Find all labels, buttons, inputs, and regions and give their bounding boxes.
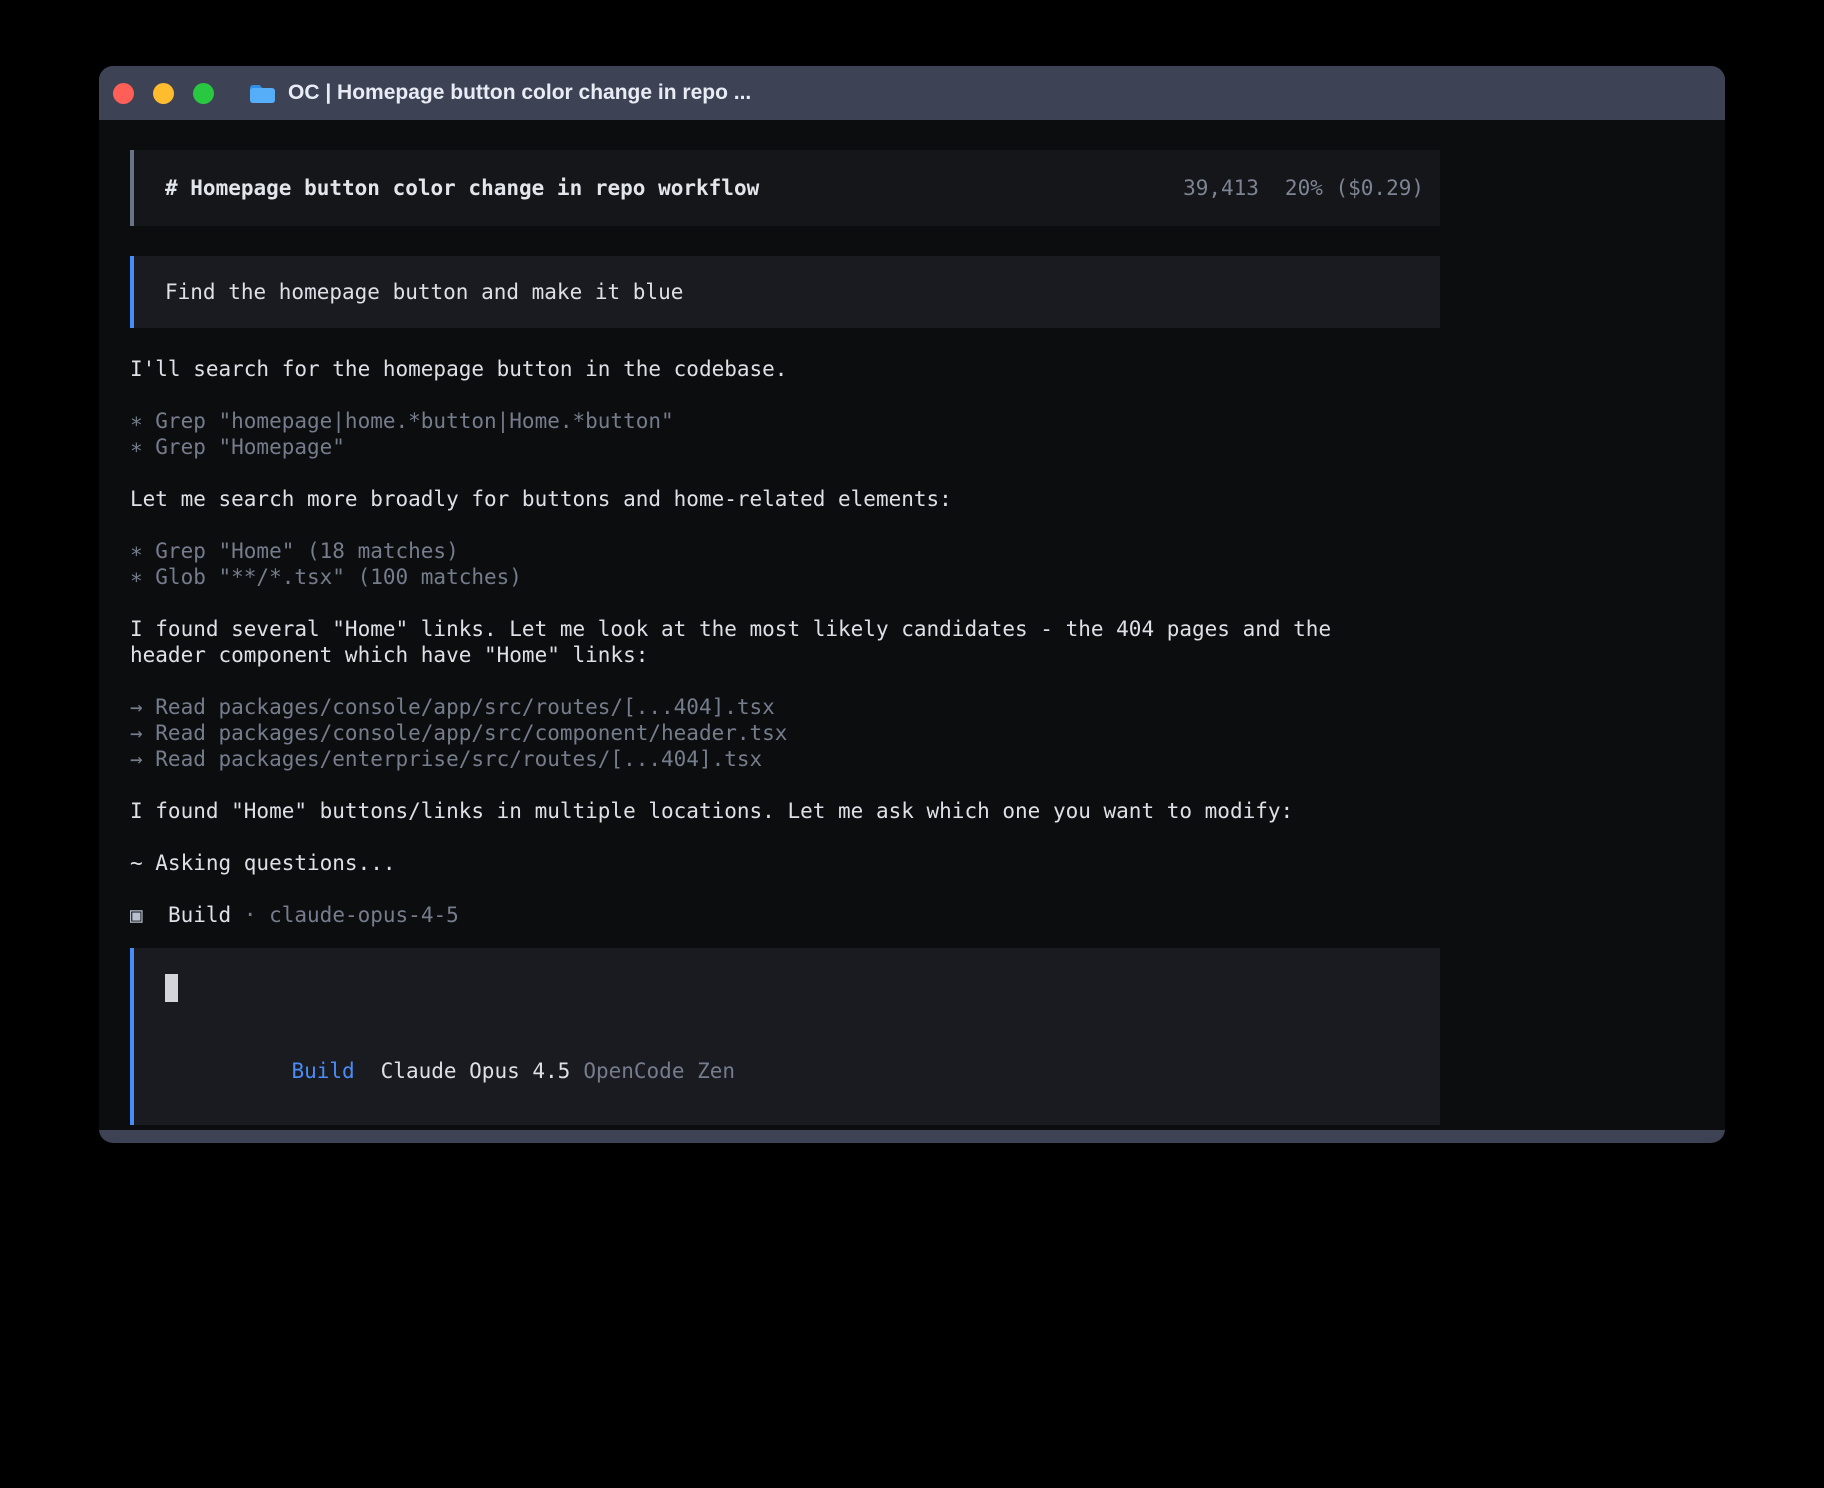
transcript-line: ∗ Glob "**/*.tsx" (100 matches) [130, 564, 1440, 590]
transcript-line [130, 460, 1440, 486]
agent-mode[interactable]: Build [291, 1059, 354, 1083]
minimize-button[interactable] [153, 83, 174, 104]
transcript-line: → Read packages/console/app/src/routes/[… [130, 694, 1440, 720]
text-span: → Read packages/enterprise/src/routes/[.… [130, 747, 762, 771]
folder-icon [249, 83, 276, 104]
text-span: I found "Home" buttons/links in multiple… [130, 799, 1293, 823]
transcript-line [130, 876, 1440, 902]
transcript-line: ∗ Grep "homepage|home.*button|Home.*butt… [130, 408, 1440, 434]
user-message-text: Find the homepage button and make it blu… [165, 280, 683, 304]
text-span: ∗ Grep "Home" (18 matches) [130, 539, 459, 563]
transcript-line [130, 512, 1440, 538]
transcript-line [130, 590, 1440, 616]
token-count: 39,413 [1183, 176, 1259, 200]
terminal-window: OC | Homepage button color change in rep… [99, 66, 1725, 1143]
desktop: { "colors": { "accent_blue": "#4a8cf7", … [0, 0, 1824, 1488]
transcript-line: → Read packages/console/app/src/componen… [130, 720, 1440, 746]
session-header: # Homepage button color change in repo w… [130, 150, 1440, 226]
titlebar[interactable]: OC | Homepage button color change in rep… [99, 66, 1725, 120]
transcript: I'll search for the homepage button in t… [130, 356, 1440, 928]
transcript-line: ▣ Build · claude-opus-4-5 [130, 902, 1440, 928]
transcript-line: ∗ Grep "Home" (18 matches) [130, 538, 1440, 564]
prompt-input[interactable]: Build Claude Opus 4.5 OpenCode Zen [130, 948, 1440, 1125]
session-stats: 39,413 20% ($0.29) [1183, 176, 1424, 200]
transcript-line: ~ Asking questions... [130, 850, 1440, 876]
text-span: ~ Asking questions... [130, 851, 396, 875]
agent-model: · claude-opus-4-5 [244, 903, 459, 927]
text-span: I found several "Home" links. Let me loo… [130, 617, 1331, 641]
text-span: Let me search more broadly for buttons a… [130, 487, 952, 511]
input-line[interactable] [165, 974, 1424, 1006]
text-span: I'll search for the homepage button in t… [130, 357, 787, 381]
terminal-content: # Homepage button color change in repo w… [99, 120, 1725, 1130]
agent-name: Build [143, 903, 244, 927]
transcript-line: I'll search for the homepage button in t… [130, 356, 1440, 382]
transcript-line: I found "Home" buttons/links in multiple… [130, 798, 1440, 824]
context-usage: 20% ($0.29) [1285, 176, 1424, 200]
text-span: → Read packages/console/app/src/routes/[… [130, 695, 775, 719]
input-status-line: Build Claude Opus 4.5 OpenCode Zen [165, 1032, 1424, 1110]
transcript-line [130, 382, 1440, 408]
transcript-line: → Read packages/enterprise/src/routes/[.… [130, 746, 1440, 772]
transcript-line: I found several "Home" links. Let me loo… [130, 616, 1440, 642]
text-span: ∗ Grep "Homepage" [130, 435, 345, 459]
window-title: OC | Homepage button color change in rep… [288, 81, 751, 105]
session-title: # Homepage button color change in repo w… [165, 176, 759, 200]
zoom-button[interactable] [193, 83, 214, 104]
transcript-line: Let me search more broadly for buttons a… [130, 486, 1440, 512]
model-name[interactable]: Claude Opus 4.5 [381, 1059, 571, 1083]
text-span: header component which have "Home" links… [130, 643, 648, 667]
agent-status-icon: ▣ [130, 903, 143, 927]
close-button[interactable] [113, 83, 134, 104]
text-span: → Read packages/console/app/src/componen… [130, 721, 787, 745]
transcript-line [130, 772, 1440, 798]
transcript-line [130, 668, 1440, 694]
transcript-line: header component which have "Home" links… [130, 642, 1440, 668]
transcript-line [130, 824, 1440, 850]
text-span: ∗ Glob "**/*.tsx" (100 matches) [130, 565, 522, 589]
provider-name: OpenCode Zen [583, 1059, 735, 1083]
text-span: ∗ Grep "homepage|home.*button|Home.*butt… [130, 409, 674, 433]
user-message: Find the homepage button and make it blu… [130, 256, 1440, 328]
transcript-line: ∗ Grep "Homepage" [130, 434, 1440, 460]
text-cursor [165, 974, 178, 1002]
